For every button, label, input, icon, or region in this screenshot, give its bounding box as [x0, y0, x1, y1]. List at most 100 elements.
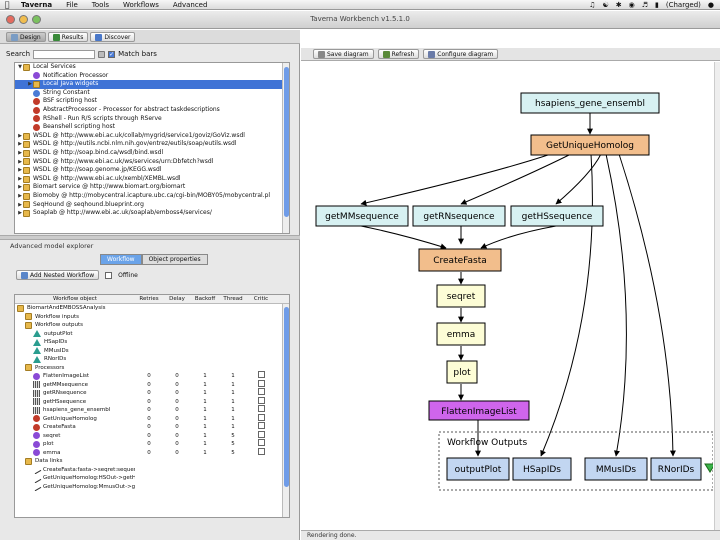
explorer-cell[interactable]: 1 — [191, 381, 219, 390]
critical-checkbox[interactable] — [257, 447, 265, 455]
explorer-cell[interactable]: 0 — [135, 440, 163, 449]
menu-advanced[interactable]: Advanced — [166, 1, 215, 9]
explorer-cell[interactable]: 5 — [219, 432, 247, 441]
explorer-cell[interactable]: 1 — [191, 415, 219, 424]
output-output-plot[interactable]: outputPlot — [446, 457, 510, 481]
accessibility-icon[interactable]: ☯ — [602, 1, 608, 9]
explorer-row[interactable]: Workflow inputs — [15, 313, 289, 322]
critical-checkbox[interactable] — [257, 405, 265, 412]
explorer-cell[interactable]: 1 — [219, 389, 247, 398]
explorer-cell[interactable]: 1 — [191, 449, 219, 458]
service-tree-item[interactable]: BSF scripting host — [15, 97, 289, 106]
offline-checkbox[interactable] — [105, 271, 113, 279]
tab-workflow[interactable]: Workflow — [100, 254, 142, 265]
output-hsapids[interactable]: HSapIDs — [512, 457, 572, 481]
explorer-cell[interactable]: 0 — [135, 389, 163, 398]
node-get-mm-sequence[interactable]: getMMsequence — [315, 205, 409, 227]
add-nested-workflow-button[interactable]: Add Nested Workflow — [16, 270, 100, 280]
tab-object-properties[interactable]: Object properties — [141, 254, 208, 265]
explorer-cell[interactable]: 0 — [135, 432, 163, 441]
wifi-icon[interactable]: ◉ — [629, 1, 635, 9]
service-tree-item[interactable]: Beanshell scripting host — [15, 123, 289, 132]
explorer-row[interactable]: Workflow outputs — [15, 321, 289, 330]
explorer-row[interactable]: Data links — [15, 457, 289, 466]
col-critic[interactable]: Critic — [247, 295, 275, 303]
spotlight-icon[interactable]: ● — [708, 1, 714, 9]
output-rnorids[interactable]: RNorIDs — [650, 457, 702, 481]
node-get-rn-sequence[interactable]: getRNsequence — [412, 205, 506, 227]
explorer-row[interactable]: outputPlot — [15, 330, 289, 339]
design-button[interactable]: Design — [6, 32, 46, 42]
service-tree-item[interactable]: ▶ WSDL @ http://www.ebi.ac.uk/collab/mygr… — [15, 132, 289, 141]
workflow-diagram[interactable]: Workflow Outputs hsapiens_gene_ensembl G… — [301, 64, 713, 500]
explorer-cell[interactable]: 0 — [135, 449, 163, 458]
node-get-unique-homolog[interactable]: GetUniqueHomolog — [530, 134, 650, 156]
explorer-row[interactable]: CreateFasta:fasta->seqret:sequen — [15, 465, 289, 474]
service-tree-item[interactable]: ▶ Biomoby @ http://mobycentral.icapture.u… — [15, 192, 289, 201]
explorer-cell[interactable]: 0 — [163, 423, 191, 432]
explorer-cell[interactable]: 1 — [219, 423, 247, 432]
explorer-cell[interactable]: 0 — [163, 440, 191, 449]
bluetooth-icon[interactable]: ✱ — [616, 1, 622, 9]
battery-icon[interactable]: ▮ — [655, 1, 659, 9]
explorer-cell[interactable]: 1 — [191, 372, 219, 381]
explorer-cell[interactable]: 1 — [191, 440, 219, 449]
menu-file[interactable]: File — [59, 1, 85, 9]
explorer-row[interactable]: GetUniqueHomolog:MmusOut->ge — [15, 482, 289, 491]
explorer-row[interactable]: MMusIDs — [15, 347, 289, 356]
col-workflow-object[interactable]: Workflow object — [15, 295, 135, 303]
explorer-cell[interactable]: 1 — [219, 406, 247, 415]
critical-checkbox[interactable] — [257, 413, 265, 421]
service-tree-item[interactable]: ▶ Local Java widgets — [15, 80, 289, 89]
workflow-explorer-table[interactable]: Workflow object Retries Delay Backoff Th… — [14, 294, 290, 518]
service-tree-item[interactable]: ▶ WSDL @ http://soap.genome.jp/KEGG.wsdl — [15, 166, 289, 175]
col-backoff[interactable]: Backoff — [191, 295, 219, 303]
explorer-cell[interactable]: 0 — [163, 449, 191, 458]
service-tree-item[interactable]: ▼ Local Services — [15, 63, 289, 72]
col-thread[interactable]: Thread — [219, 295, 247, 303]
explorer-cell[interactable]: 0 — [163, 406, 191, 415]
node-get-hs-sequence[interactable]: getHSsequence — [510, 205, 604, 227]
explorer-cell[interactable]: 0 — [163, 432, 191, 441]
output-mmusids[interactable]: MMusIDs — [584, 457, 648, 481]
service-tree-item[interactable]: ▶ WSDL @ http://soap.bind.ca/wsdl/bind.ws… — [15, 149, 289, 158]
node-seqret[interactable]: seqret — [436, 284, 486, 308]
services-tree[interactable]: ▼ Local Services Notification Processor ▶ Lo… — [14, 62, 290, 234]
explorer-cell[interactable]: 1 — [219, 381, 247, 390]
explorer-row[interactable]: BiomartAndEMBOSSAnalysis — [15, 304, 289, 313]
service-tree-item[interactable]: ▶ WSDL @ http://eutils.ncbi.nlm.nih.gov/e… — [15, 140, 289, 149]
configure-diagram-button[interactable]: Configure diagram — [423, 49, 499, 59]
service-tree-item[interactable]: AbstractProcessor - Processor for abstra… — [15, 106, 289, 115]
explorer-cell[interactable]: 0 — [135, 415, 163, 424]
services-scrollbar[interactable] — [282, 63, 289, 233]
service-tree-item[interactable]: ▶ WSDL @ http://www.ebi.ac.uk/xembl/XEMBL… — [15, 175, 289, 184]
service-tree-item[interactable]: Notification Processor — [15, 72, 289, 81]
explorer-cell[interactable]: 1 — [191, 389, 219, 398]
critical-checkbox[interactable] — [257, 422, 265, 429]
node-create-fasta[interactable]: CreateFasta — [418, 248, 502, 272]
explorer-cell[interactable]: 0 — [135, 423, 163, 432]
critical-checkbox[interactable] — [257, 439, 265, 446]
explorer-cell[interactable]: 0 — [163, 381, 191, 390]
apple-menu-icon[interactable]:  — [0, 0, 14, 9]
explorer-cell[interactable]: 1 — [219, 415, 247, 424]
explorer-cell[interactable]: 5 — [219, 440, 247, 449]
node-emma[interactable]: emma — [436, 322, 486, 346]
results-button[interactable]: Results — [47, 32, 89, 42]
refresh-button[interactable]: Refresh — [377, 49, 420, 59]
service-tree-item[interactable]: ▶ SeqHound @ seqhound.blueprint.org — [15, 201, 289, 210]
critical-checkbox[interactable] — [257, 388, 265, 395]
service-tree-item[interactable]: RShell - Run R/S scripts through RServe — [15, 115, 289, 124]
node-plot[interactable]: plot — [446, 360, 478, 384]
explorer-cell[interactable]: 1 — [191, 398, 219, 407]
critical-checkbox[interactable] — [257, 379, 265, 387]
node-flatten-image-list[interactable]: FlattenImageList — [428, 400, 530, 421]
service-tree-item[interactable]: ▶ Soaplab @ http://www.ebi.ac.uk/soaplab/… — [15, 209, 289, 218]
node-hsapiens[interactable]: hsapiens_gene_ensembl — [520, 92, 660, 114]
menu-taverna[interactable]: Taverna — [14, 1, 59, 9]
diagram-scrollbar[interactable] — [714, 62, 720, 530]
explorer-cell[interactable]: 0 — [163, 398, 191, 407]
menu-workflows[interactable]: Workflows — [116, 1, 166, 9]
volume-icon[interactable]: ♬ — [642, 1, 648, 9]
explorer-cell[interactable]: 0 — [135, 372, 163, 381]
